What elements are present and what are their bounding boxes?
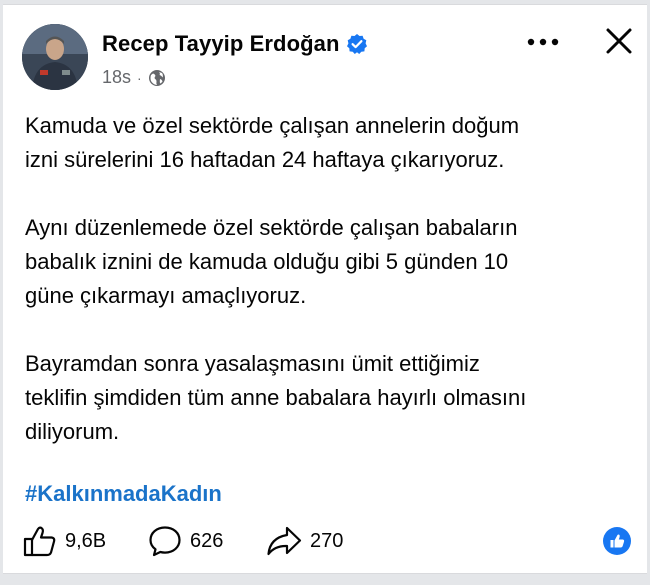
like-reaction-icon[interactable]: [603, 527, 631, 555]
globe-icon[interactable]: [148, 69, 166, 87]
comment-count: 626: [190, 529, 224, 552]
meta-separator: ·: [137, 69, 142, 86]
avatar[interactable]: [22, 24, 88, 90]
post-timestamp[interactable]: 18s: [102, 67, 131, 88]
hashtag-link[interactable]: #KalkınmadaKadın: [25, 481, 222, 507]
comment-button[interactable]: 626: [148, 525, 223, 557]
share-button[interactable]: 270: [266, 525, 343, 557]
share-arrow-icon: [266, 525, 302, 557]
more-options-button[interactable]: [523, 27, 563, 57]
post-footer: 9,6B 626 270: [3, 517, 647, 567]
author-row: Recep Tayyip Erdoğan: [102, 31, 368, 57]
close-icon: [605, 27, 633, 60]
post-header: Recep Tayyip Erdoğan 18s ·: [3, 5, 647, 101]
post-body: Kamuda ve özel sektörde çalışan anneleri…: [25, 109, 635, 483]
close-button[interactable]: [599, 23, 639, 63]
post-paragraph: Kamuda ve özel sektörde çalışan anneleri…: [25, 113, 520, 172]
share-count: 270: [310, 529, 344, 552]
thumbs-up-icon: [23, 525, 57, 557]
post-meta: 18s ·: [102, 67, 166, 88]
post-card: Recep Tayyip Erdoğan 18s · Kamuda ve öze…: [3, 4, 647, 574]
post-paragraph: Bayramdan sonra yasalaşmasını ümit ettiğ…: [25, 351, 527, 444]
verified-badge-icon: [346, 33, 368, 55]
comment-bubble-icon: [148, 525, 182, 557]
like-button[interactable]: 9,6B: [23, 525, 106, 557]
author-name[interactable]: Recep Tayyip Erdoğan: [102, 31, 340, 57]
post-paragraph: Aynı düzenlemede özel sektörde çalışan b…: [25, 215, 518, 308]
more-horizontal-icon: [526, 33, 560, 51]
like-count: 9,6B: [65, 529, 107, 552]
